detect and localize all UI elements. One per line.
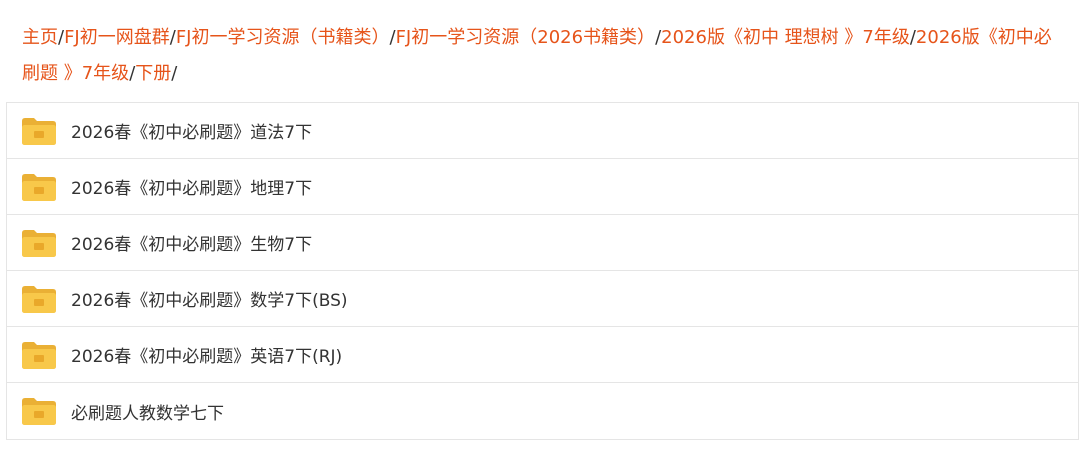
folder-row-shuxue[interactable]: 2026春《初中必刷题》数学7下(BS) — [7, 271, 1078, 327]
folder-icon — [22, 341, 56, 369]
breadcrumb-link-home[interactable]: 主页 — [22, 27, 58, 48]
folder-name[interactable]: 必刷题人教数学七下 — [71, 399, 224, 424]
folder-list: 2026春《初中必刷题》道法7下 2026春《初中必刷题》地理7下 2026春《… — [6, 102, 1079, 440]
folder-name[interactable]: 2026春《初中必刷题》道法7下 — [71, 118, 312, 143]
breadcrumb: 主页/FJ初一网盘群/FJ初一学习资源（书籍类）/FJ初一学习资源（2026书籍… — [0, 0, 1080, 84]
folder-row-shengwu[interactable]: 2026春《初中必刷题》生物7下 — [7, 215, 1078, 271]
folder-icon — [22, 229, 56, 257]
breadcrumb-link-lixiangshu[interactable]: 2026版《初中 理想树 》7年级 — [661, 27, 910, 48]
folder-row-renjiao-shuxue[interactable]: 必刷题人教数学七下 — [7, 383, 1078, 440]
folder-icon — [22, 398, 56, 425]
folder-icon — [22, 117, 56, 145]
folder-icon — [22, 285, 56, 313]
folder-name[interactable]: 2026春《初中必刷题》英语7下(RJ) — [71, 342, 342, 367]
folder-name[interactable]: 2026春《初中必刷题》地理7下 — [71, 174, 312, 199]
folder-row-dili[interactable]: 2026春《初中必刷题》地理7下 — [7, 159, 1078, 215]
folder-icon — [22, 173, 56, 201]
breadcrumb-link-resources-books[interactable]: FJ初一学习资源（书籍类） — [176, 27, 390, 48]
folder-name[interactable]: 2026春《初中必刷题》生物7下 — [71, 230, 312, 255]
folder-name[interactable]: 2026春《初中必刷题》数学7下(BS) — [71, 286, 348, 311]
folder-row-yingyu[interactable]: 2026春《初中必刷题》英语7下(RJ) — [7, 327, 1078, 383]
folder-row-daofa[interactable]: 2026春《初中必刷题》道法7下 — [7, 103, 1078, 159]
breadcrumb-link-resources-2026[interactable]: FJ初一学习资源（2026书籍类） — [396, 27, 655, 48]
breadcrumb-link-group[interactable]: FJ初一网盘群 — [64, 27, 170, 48]
breadcrumb-link-xiace[interactable]: 下册 — [135, 63, 171, 84]
breadcrumb-separator: / — [171, 63, 178, 84]
